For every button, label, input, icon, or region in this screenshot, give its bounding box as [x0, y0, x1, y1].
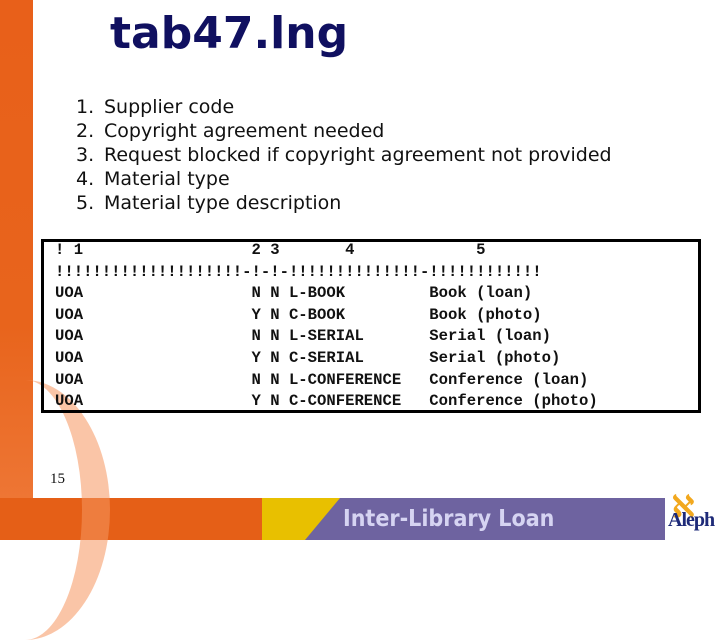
table-header-line: ! 1 2 3 4 5 — [55, 241, 486, 259]
aleph-logo-text: Aleph — [668, 509, 715, 531]
legend-item: 1. Supplier code — [76, 96, 235, 118]
table-row: UOA Y N C-CONFERENCE Conference (photo) — [55, 392, 598, 411]
legend-item: 2. Copyright agreement needed — [76, 120, 385, 142]
table-row: UOA N N L-BOOK Book (loan) — [55, 284, 533, 303]
table-row: UOA Y N C-SERIAL Serial (photo) — [55, 348, 561, 367]
legend-item: 5. Material type description — [76, 192, 342, 214]
legend-item: 3. Request blocked if copyright agreement… — [76, 144, 612, 166]
table-row: UOA N N L-SERIAL Serial (loan) — [55, 327, 551, 346]
column-legend: 1. Supplier code 2. Copyright agreement ne… — [76, 95, 612, 215]
table-separator-line: !!!!!!!!!!!!!!!!!!!!-!-!-!!!!!!!!!!!!!!-… — [55, 262, 542, 281]
slide-title: tab47.lng — [110, 8, 349, 59]
footer-title: Inter-Library Loan — [343, 506, 555, 532]
table-row: UOA N N L-CONFERENCE Conference (loan) — [55, 370, 589, 389]
table-row: UOA Y N C-BOOK Book (photo) — [55, 305, 542, 324]
table-content: ! 1 2 3 4 5 !!!!!!!!!!!!!!!!!!!!-!-!-!!!!… — [55, 240, 598, 413]
page-number: 15 — [50, 471, 65, 487]
legend-item: 4. Material type — [76, 168, 230, 190]
